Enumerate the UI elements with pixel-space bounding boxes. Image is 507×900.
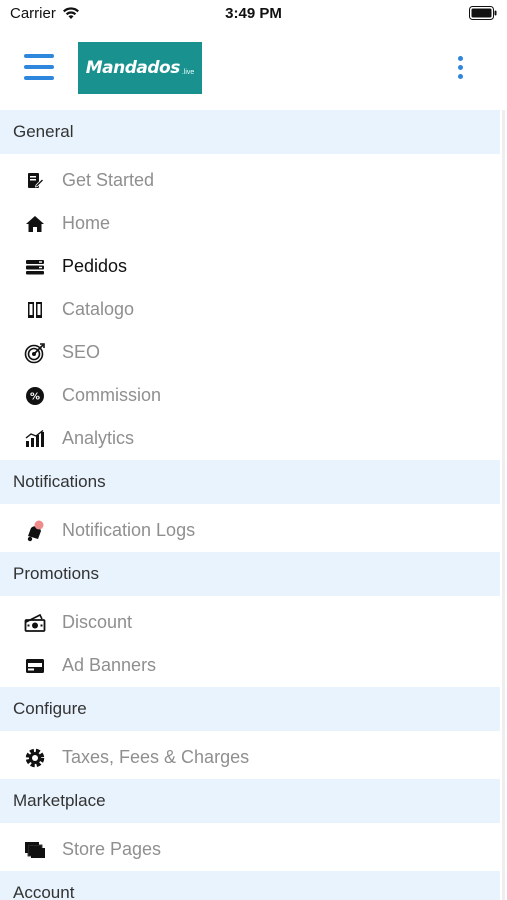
hamburger-icon xyxy=(24,54,54,58)
svg-text:%: % xyxy=(30,391,40,402)
nav-label: Store Pages xyxy=(62,839,162,859)
logo-subtext: .live xyxy=(181,68,195,76)
navigation-drawer: General Get Started Home Pedidos Catalog… xyxy=(0,110,500,900)
nav-item-seo[interactable]: SEO xyxy=(0,331,500,374)
section-account: Account xyxy=(0,871,500,900)
nav-label: SEO xyxy=(62,342,101,362)
nav-label: Discount xyxy=(62,612,133,632)
ad-banner-icon xyxy=(23,654,47,678)
nav-item-taxes-fees-charges[interactable]: Taxes, Fees & Charges xyxy=(0,736,500,779)
nav-label: Taxes, Fees & Charges xyxy=(62,747,250,767)
nav-label: Commission xyxy=(62,385,162,405)
target-icon xyxy=(23,341,47,365)
nav-label: Analytics xyxy=(62,428,135,448)
edit-document-icon xyxy=(23,169,47,193)
app-header: Mandados .live xyxy=(0,28,507,110)
percent-badge-icon: % xyxy=(23,384,47,408)
nav-item-get-started[interactable]: Get Started xyxy=(0,159,500,202)
nav-item-ad-banners[interactable]: Ad Banners xyxy=(0,644,500,687)
nav-item-home[interactable]: Home xyxy=(0,202,500,245)
catalog-book-icon xyxy=(23,298,47,322)
tax-gear-icon xyxy=(23,746,47,770)
more-options-button[interactable] xyxy=(450,56,470,80)
nav-label: Get Started xyxy=(62,170,155,190)
section-promotions: Promotions xyxy=(0,552,500,596)
orders-list-icon xyxy=(23,255,47,279)
nav-item-commission[interactable]: % Commission xyxy=(0,374,500,417)
section-configure: Configure xyxy=(0,687,500,731)
nav-item-pedidos[interactable]: Pedidos xyxy=(0,245,500,288)
store-pages-icon xyxy=(23,838,47,862)
nav-label: Notification Logs xyxy=(62,520,196,540)
nav-label: Catalogo xyxy=(62,299,135,319)
status-time: 3:49 PM xyxy=(225,5,282,22)
nav-label: Home xyxy=(62,213,111,233)
nav-label: Pedidos xyxy=(62,256,128,276)
nav-item-analytics[interactable]: Analytics xyxy=(0,417,500,460)
nav-label: Ad Banners xyxy=(62,655,157,675)
nav-item-catalogo[interactable]: Catalogo xyxy=(0,288,500,331)
section-general: General xyxy=(0,110,500,154)
section-marketplace: Marketplace xyxy=(0,779,500,823)
hamburger-menu-button[interactable] xyxy=(24,54,56,82)
nav-item-discount[interactable]: Discount xyxy=(0,601,500,644)
analytics-chart-icon xyxy=(23,427,47,451)
nav-item-notification-logs[interactable]: Notification Logs xyxy=(0,509,500,552)
vertical-dots-icon xyxy=(457,56,463,61)
status-bar: Carrier 3:49 PM xyxy=(0,0,507,28)
logo-text: Mandados xyxy=(85,58,181,78)
scrollbar[interactable] xyxy=(502,110,505,900)
section-notifications: Notifications xyxy=(0,460,500,504)
notification-bell-icon xyxy=(23,519,47,543)
nav-item-store-pages[interactable]: Store Pages xyxy=(0,828,500,871)
brand-logo: Mandados .live xyxy=(78,42,202,94)
battery-icon xyxy=(469,6,497,20)
discount-money-icon xyxy=(23,611,47,635)
home-icon xyxy=(23,212,47,236)
